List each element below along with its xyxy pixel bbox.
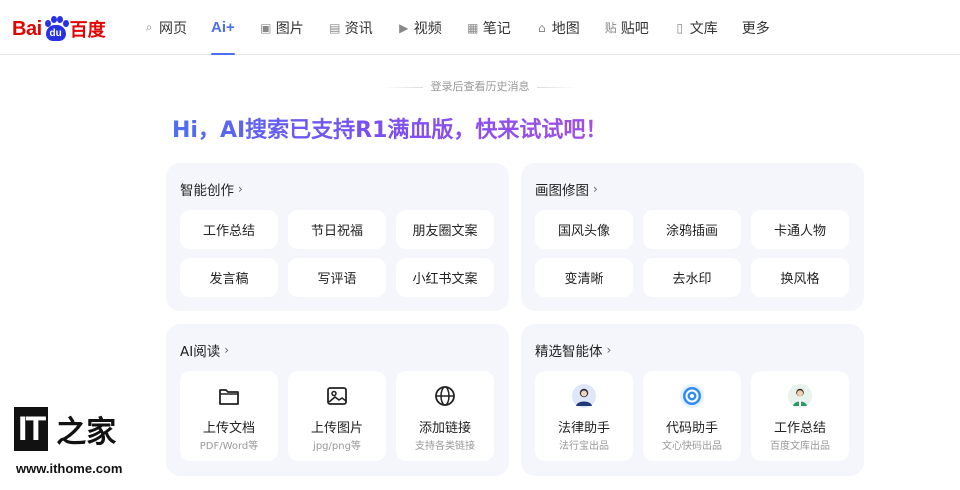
agent-law-tile[interactable]: 法律助手 法行宝出品 bbox=[535, 371, 633, 461]
tab-notes[interactable]: ▦ 笔记 bbox=[466, 0, 511, 55]
tab-label: Ai+ bbox=[211, 19, 235, 36]
card-title: 智能创作 bbox=[180, 183, 234, 199]
tab-label: 文库 bbox=[689, 20, 718, 37]
paw-text: du bbox=[45, 25, 66, 41]
chip-button[interactable]: 发言稿 bbox=[180, 258, 278, 297]
login-hint[interactable]: 登录后查看历史消息 bbox=[0, 78, 960, 94]
doc-icon: ▯ bbox=[676, 20, 684, 35]
login-hint-text: 登录后查看历史消息 bbox=[430, 80, 530, 93]
card-agents: 精选智能体 › 法律助手 法行宝出品 代码助手 文心快码出品 工作总结 百度文库… bbox=[521, 324, 864, 476]
tile-name: 上传图片 bbox=[310, 421, 363, 436]
tab-ai[interactable]: Ai+ bbox=[211, 0, 235, 55]
tab-video[interactable]: ▶ 视频 bbox=[397, 0, 442, 55]
tile-name: 添加链接 bbox=[418, 421, 471, 436]
tile-sub: 百度文库出品 bbox=[770, 441, 830, 452]
tab-label: 图片 bbox=[275, 20, 304, 37]
upload-image-tile[interactable]: 上传图片 jpg/png等 bbox=[288, 371, 386, 461]
card-title-link[interactable]: 精选智能体 › bbox=[535, 340, 611, 360]
tab-web[interactable]: ⌕ 网页 bbox=[142, 0, 187, 55]
chip-button[interactable]: 小红书文案 bbox=[396, 258, 494, 297]
baidu-logo[interactable]: Bai du 百度 bbox=[12, 14, 106, 44]
nav-tabs: ⌕ 网页 Ai+ ▣ 图片 ▤ 资讯 ▶ 视频 ▦ 笔记 ⌂ 地图 贴 贴吧 ▯… bbox=[142, 0, 794, 55]
chevron-right-icon: › bbox=[224, 343, 230, 357]
watermark-url: www.ithome.com bbox=[16, 461, 123, 476]
lawyer-avatar-icon bbox=[535, 384, 633, 408]
tile-sub: 文心快码出品 bbox=[662, 441, 722, 452]
tab-tieba[interactable]: 贴 贴吧 bbox=[604, 0, 649, 55]
chevron-right-icon: › bbox=[238, 182, 243, 196]
tile-sub: jpg/png等 bbox=[313, 441, 361, 452]
worker-avatar-icon bbox=[751, 384, 849, 408]
card-title: AI阅读 bbox=[180, 344, 221, 360]
chevron-right-icon: › bbox=[606, 343, 612, 357]
chip-button[interactable]: 写评语 bbox=[288, 258, 386, 297]
card-title-link[interactable]: 画图修图 › bbox=[535, 179, 598, 199]
watermark-cn: 之家 bbox=[56, 415, 117, 450]
tile-name: 法律助手 bbox=[557, 421, 610, 436]
image-icon: ▣ bbox=[260, 20, 272, 35]
divider bbox=[537, 86, 577, 88]
chevron-right-icon: › bbox=[593, 182, 598, 196]
add-link-tile[interactable]: 添加链接 支持各类链接 bbox=[396, 371, 494, 461]
tab-label: 地图 bbox=[551, 20, 580, 37]
tab-label: 贴吧 bbox=[620, 20, 649, 37]
chip-button[interactable]: 去水印 bbox=[643, 258, 741, 297]
ithome-watermark: IT 之家 www.ithome.com bbox=[14, 405, 149, 485]
logo-latin: Bai bbox=[12, 17, 42, 40]
divider bbox=[383, 86, 423, 88]
card-smart-create: 智能创作 › 工作总结 节日祝福 朋友圈文案 发言稿 写评语 小红书文案 bbox=[166, 163, 509, 311]
tab-label: 网页 bbox=[159, 20, 187, 37]
card-title: 精选智能体 bbox=[535, 344, 603, 360]
tile-sub: 支持各类链接 bbox=[415, 441, 475, 452]
tab-map[interactable]: ⌂ 地图 bbox=[535, 0, 580, 55]
tile-sub: 法行宝出品 bbox=[559, 441, 609, 452]
map-pin-icon: ⌂ bbox=[537, 20, 546, 35]
agent-summary-tile[interactable]: 工作总结 百度文库出品 bbox=[751, 371, 849, 461]
card-ai-reading: AI阅读 › 上传文档 PDF/Word等 上传图片 jpg/png等 添加链接… bbox=[166, 324, 509, 476]
watermark-logo: IT 之家 bbox=[14, 405, 116, 453]
search-icon: ⌕ bbox=[145, 20, 153, 34]
news-icon: ▤ bbox=[329, 20, 341, 35]
card-title-link[interactable]: 智能创作 › bbox=[180, 179, 243, 199]
page-headline: Hi，AI搜索已支持R1满血版，快来试试吧！ bbox=[172, 112, 607, 144]
tab-label: 资讯 bbox=[344, 20, 373, 37]
tile-name: 工作总结 bbox=[773, 421, 826, 436]
video-icon: ▶ bbox=[399, 20, 409, 35]
tile-name: 上传文档 bbox=[202, 421, 255, 436]
tab-label: 笔记 bbox=[482, 20, 511, 37]
tab-label: 更多 bbox=[741, 20, 770, 37]
image-upload-icon bbox=[288, 384, 386, 408]
tile-sub: PDF/Word等 bbox=[199, 441, 259, 452]
card-title-link[interactable]: AI阅读 › bbox=[180, 340, 229, 360]
tab-news[interactable]: ▤ 资讯 bbox=[328, 0, 373, 55]
tab-more[interactable]: 更多 bbox=[742, 0, 770, 55]
logo-cn: 百度 bbox=[69, 20, 106, 41]
chip-button[interactable]: 换风格 bbox=[751, 258, 849, 297]
note-icon: ▦ bbox=[467, 20, 479, 35]
tieba-icon: 贴 bbox=[604, 21, 617, 35]
card-title: 画图修图 bbox=[535, 183, 589, 199]
chip-button[interactable]: 国风头像 bbox=[535, 210, 633, 249]
chip-button[interactable]: 朋友圈文案 bbox=[396, 210, 494, 249]
globe-icon bbox=[396, 384, 494, 408]
card-image-edit: 画图修图 › 国风头像 涂鸦插画 卡通人物 变清晰 去水印 换风格 bbox=[521, 163, 864, 311]
tile-name: 代码助手 bbox=[665, 421, 718, 436]
chip-button[interactable]: 变清晰 bbox=[535, 258, 633, 297]
watermark-it: IT bbox=[14, 407, 49, 451]
paw-icon: du bbox=[43, 16, 69, 42]
agent-code-tile[interactable]: 代码助手 文心快码出品 bbox=[643, 371, 741, 461]
tab-label: 视频 bbox=[413, 20, 442, 37]
tab-wenku[interactable]: ▯ 文库 bbox=[673, 0, 718, 55]
chip-button[interactable]: 涂鸦插画 bbox=[643, 210, 741, 249]
chip-button[interactable]: 卡通人物 bbox=[751, 210, 849, 249]
folder-icon bbox=[180, 384, 278, 408]
upload-doc-tile[interactable]: 上传文档 PDF/Word等 bbox=[180, 371, 278, 461]
top-nav-bar: Bai du 百度 ⌕ 网页 Ai+ ▣ 图片 ▤ 资讯 ▶ 视频 ▦ 笔记 ⌂… bbox=[0, 0, 960, 55]
code-assistant-icon bbox=[643, 384, 741, 408]
chip-button[interactable]: 节日祝福 bbox=[288, 210, 386, 249]
chip-button[interactable]: 工作总结 bbox=[180, 210, 278, 249]
tab-images[interactable]: ▣ 图片 bbox=[259, 0, 304, 55]
